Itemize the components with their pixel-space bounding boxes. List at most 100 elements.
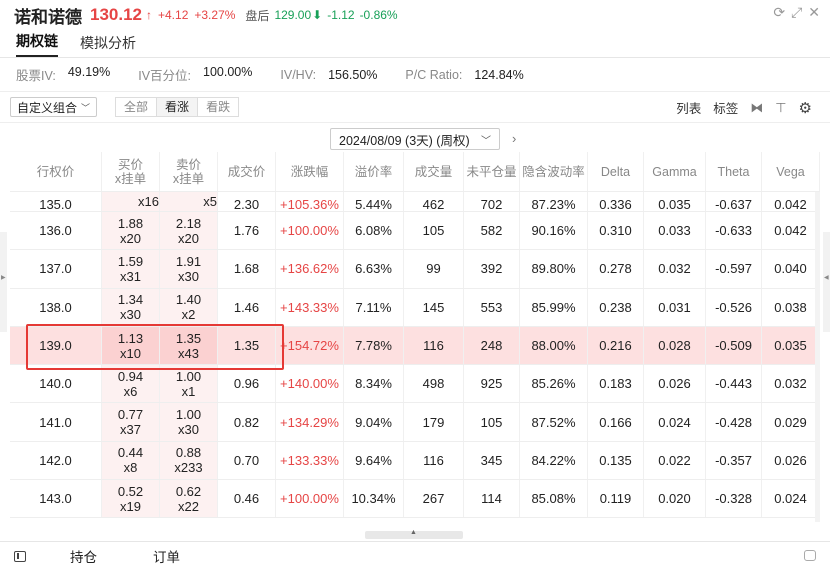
cell-volume: 179 xyxy=(404,403,464,441)
cell-premium: 5.44% xyxy=(344,192,404,211)
cell-bid-size: x16 xyxy=(138,194,159,209)
col-ask[interactable]: 卖价 x挂单 xyxy=(160,152,218,191)
chevron-left-icon: ▶ xyxy=(1,275,6,281)
cell-ask-price: 1.40 xyxy=(175,292,202,308)
cell-volume: 145 xyxy=(404,288,464,326)
col-premium[interactable]: 溢价率 xyxy=(344,152,404,191)
filter-icon[interactable]: ⊤ xyxy=(775,100,786,116)
refresh-icon[interactable]: ⟳ xyxy=(773,4,785,21)
filter-puts[interactable]: 看跌 xyxy=(198,98,238,116)
cell-ask[interactable]: 1.40 x2 xyxy=(160,288,218,326)
main-tabs: 期权链 模拟分析 xyxy=(0,30,830,58)
cell-bid[interactable]: 1.88 x20 xyxy=(102,212,160,250)
table-body: 135.0 x16 x5 2.30 +105.36% 5.44% 462 702… xyxy=(10,192,820,557)
table-row[interactable]: 143.0 0.52 x19 0.62 x22 0.46 +100.00% 10.34% 267… xyxy=(10,480,820,519)
cell-vega: 0.042 xyxy=(762,192,820,211)
cell-ask-size: x22 xyxy=(178,498,199,514)
cell-last: 0.82 xyxy=(218,403,276,441)
cell-premium: 6.63% xyxy=(344,250,404,288)
call-put-filter: 全部 看涨 看跌 xyxy=(115,97,240,117)
cell-ask[interactable]: 0.88 x233 xyxy=(160,441,218,480)
cell-ask-price: 0.88 xyxy=(175,445,202,461)
col-ask-label: 卖价 xyxy=(175,157,201,172)
cell-bid[interactable]: 0.77 x37 xyxy=(102,403,160,441)
cell-bid[interactable]: 1.34 x30 xyxy=(102,288,160,326)
cell-ask[interactable]: 1.35 x43 xyxy=(160,326,218,365)
chevron-right-icon[interactable]: › xyxy=(512,131,516,146)
col-delta[interactable]: Delta xyxy=(588,152,644,191)
tag-view-button[interactable]: 标签 xyxy=(713,98,738,117)
cell-ask[interactable]: 2.18 x20 xyxy=(160,212,218,250)
stat-label: P/C Ratio: xyxy=(405,67,463,82)
cell-ask[interactable]: 1.00 x1 xyxy=(160,365,218,403)
cell-bid[interactable]: x16 xyxy=(102,192,160,211)
cell-bid[interactable]: 0.52 x19 xyxy=(102,480,160,518)
table-row[interactable]: 142.0 0.44 x8 0.88 x233 0.70 +133.33% 9.64% 116 3… xyxy=(10,441,820,481)
tab-orders[interactable]: 订单 xyxy=(153,546,180,566)
table-row[interactable]: 136.0 1.88 x20 2.18 x20 1.76 +100.00% 6.08% 105 5… xyxy=(10,212,820,251)
col-bid[interactable]: 买价 x挂单 xyxy=(102,152,160,191)
cell-delta: 0.216 xyxy=(588,326,644,365)
table-row[interactable]: 141.0 0.77 x37 1.00 x30 0.82 +134.29% 9.04% 179 1… xyxy=(10,403,820,442)
cell-vega: 0.029 xyxy=(762,403,820,441)
col-gamma[interactable]: Gamma xyxy=(644,152,706,191)
cell-bid[interactable]: 1.59 x31 xyxy=(102,250,160,288)
cell-ask[interactable]: 1.00 x30 xyxy=(160,403,218,441)
table-row[interactable]: 139.0 1.13 x10 1.35 x43 1.35 +154.72% 7.78% 116 2… xyxy=(10,326,820,366)
table-row[interactable]: 135.0 x16 x5 2.30 +105.36% 5.44% 462 702… xyxy=(10,192,820,212)
cell-last: 1.68 xyxy=(218,250,276,288)
cell-strike: 140.0 xyxy=(10,365,102,403)
col-change-pct[interactable]: 涨跌幅 xyxy=(276,152,344,191)
panel-toggle-icon[interactable] xyxy=(14,550,26,562)
cell-ask-size: x20 xyxy=(178,230,199,246)
col-volume[interactable]: 成交量 xyxy=(404,152,464,191)
cell-volume: 105 xyxy=(404,212,464,250)
cell-delta: 0.119 xyxy=(588,480,644,518)
cell-bid[interactable]: 1.13 x10 xyxy=(102,326,160,365)
cell-bid[interactable]: 0.94 x6 xyxy=(102,365,160,403)
custom-combo-dropdown[interactable]: 自定义组合 ﹀ xyxy=(10,97,98,117)
cell-vega: 0.038 xyxy=(762,288,820,326)
filter-calls[interactable]: 看涨 xyxy=(157,98,199,116)
cell-vega: 0.035 xyxy=(762,326,820,365)
col-last[interactable]: 成交价 xyxy=(218,152,276,191)
list-view-button[interactable]: 列表 xyxy=(676,98,701,117)
cell-strike: 137.0 xyxy=(10,250,102,288)
col-theta[interactable]: Theta xyxy=(706,152,762,191)
split-columns-icon[interactable]: ⧓ xyxy=(750,100,763,116)
cell-oi: 582 xyxy=(464,212,520,250)
cell-ask[interactable]: 0.62 x22 xyxy=(160,480,218,518)
cell-ask[interactable]: x5 xyxy=(160,192,218,211)
vertical-scrollbar[interactable] xyxy=(815,192,820,522)
tab-simulation[interactable]: 模拟分析 xyxy=(80,33,136,57)
close-icon[interactable]: ✕ xyxy=(808,4,820,21)
cell-vega: 0.040 xyxy=(762,250,820,288)
col-iv[interactable]: 隐含波动率 xyxy=(520,152,588,191)
cell-oi: 392 xyxy=(464,250,520,288)
cell-oi: 345 xyxy=(464,441,520,480)
gear-icon[interactable]: ⚙ xyxy=(799,99,812,117)
filter-all[interactable]: 全部 xyxy=(116,98,158,116)
expiry-dropdown[interactable]: 2024/08/09 (3天) (周权) ﹀ xyxy=(330,128,500,150)
popout-icon[interactable] xyxy=(804,550,816,561)
left-collapse-handle[interactable]: ▶ xyxy=(0,232,7,332)
cell-bid-size: x10 xyxy=(120,345,141,361)
right-collapse-handle[interactable]: ◀ xyxy=(823,232,830,332)
cell-theta: -0.637 xyxy=(706,192,762,211)
cell-gamma: 0.031 xyxy=(644,288,706,326)
tab-option-chain[interactable]: 期权链 xyxy=(16,31,58,57)
cell-ask[interactable]: 1.91 x30 xyxy=(160,250,218,288)
table-row[interactable]: 138.0 1.34 x30 1.40 x2 1.46 +143.33% 7.11% 145 55… xyxy=(10,288,820,327)
cell-volume: 99 xyxy=(404,250,464,288)
col-vega[interactable]: Vega xyxy=(762,152,820,191)
col-open-interest[interactable]: 未平仓量 xyxy=(464,152,520,191)
col-strike[interactable]: 行权价 xyxy=(10,152,102,191)
tab-positions[interactable]: 持仓 xyxy=(70,546,97,566)
stat-stock-iv: 股票IV: 49.19% xyxy=(16,65,110,84)
bottom-bar: 持仓 订单 xyxy=(0,541,830,570)
table-row[interactable]: 137.0 1.59 x31 1.91 x30 1.68 +136.62% 6.63% 99 39… xyxy=(10,250,820,289)
cell-bid[interactable]: 0.44 x8 xyxy=(102,441,160,480)
table-row[interactable]: 140.0 0.94 x6 1.00 x1 0.96 +140.00% 8.34% 498 925… xyxy=(10,365,820,404)
expand-icon[interactable]: ⤢ xyxy=(791,4,802,21)
horizontal-scrollbar[interactable]: ▲ xyxy=(365,529,463,539)
